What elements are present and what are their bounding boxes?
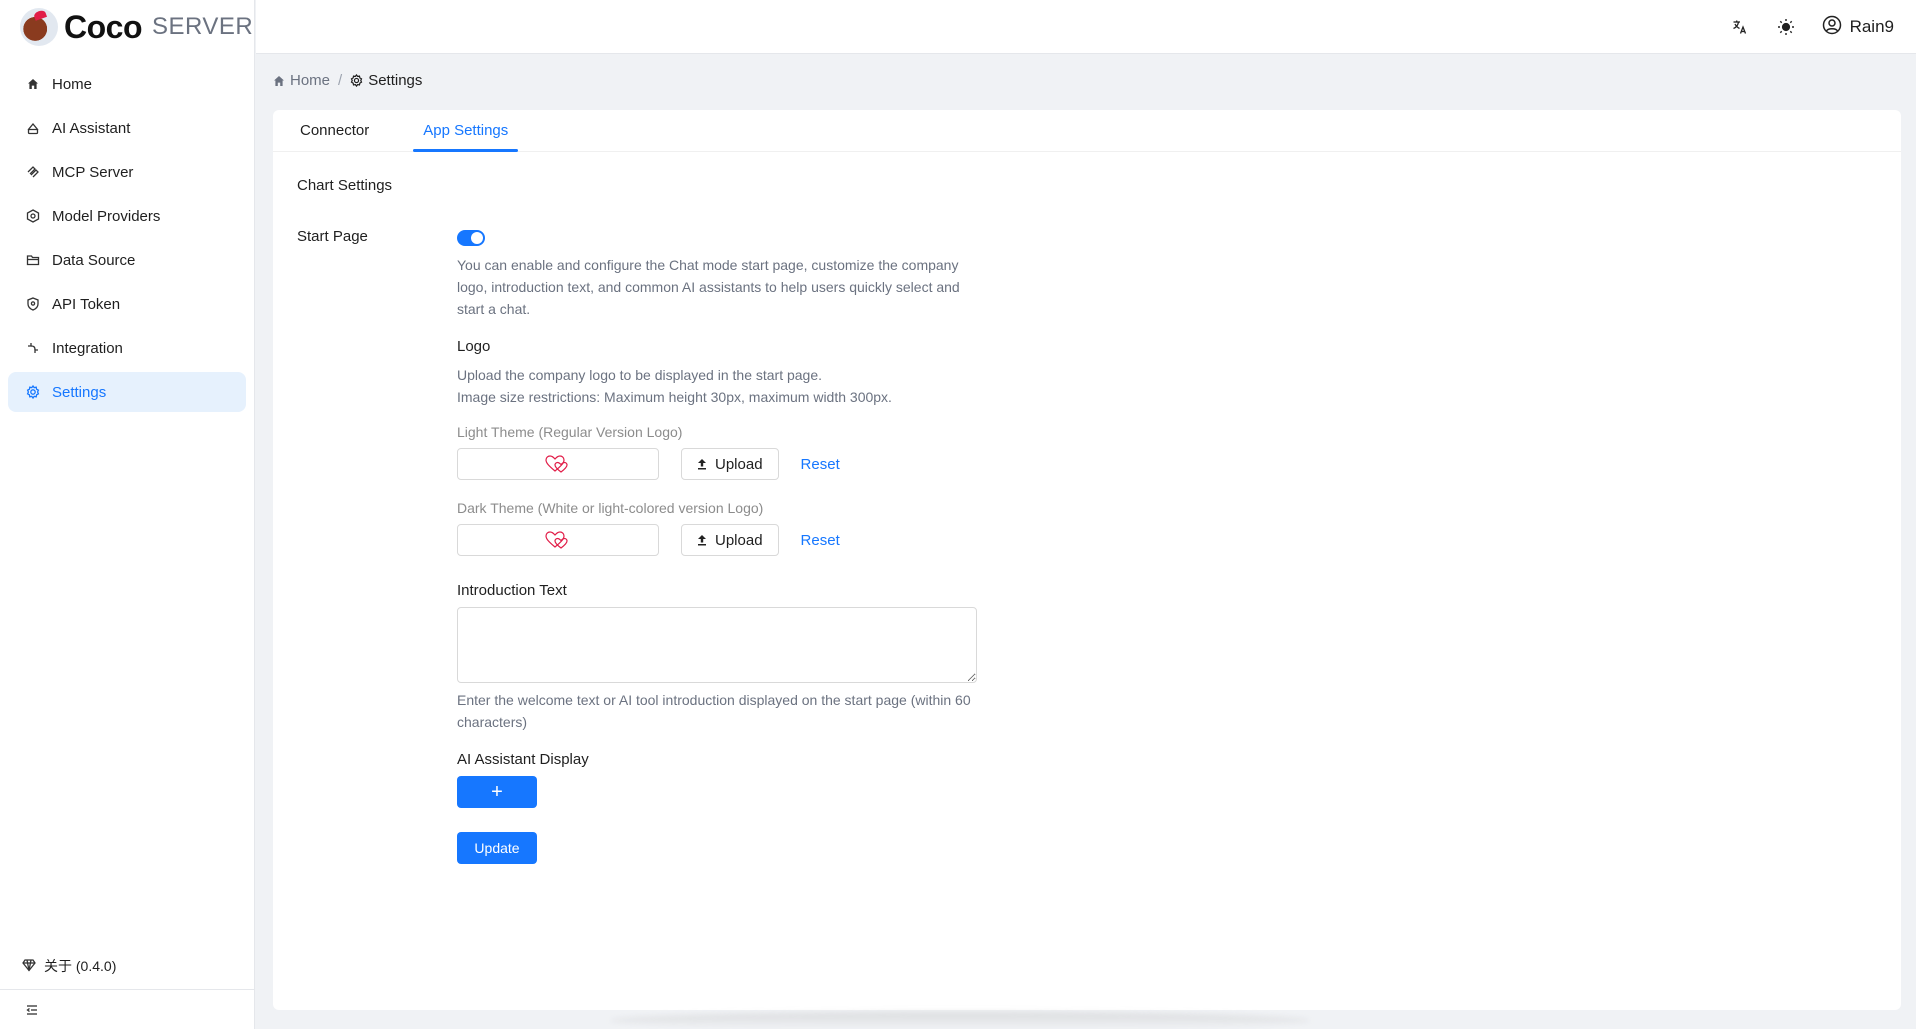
- sidebar-item-label: Home: [52, 75, 93, 93]
- start-page-label: Start Page: [297, 228, 368, 245]
- sidebar-item-ai-assistant[interactable]: AI Assistant: [8, 108, 246, 148]
- settings-card: Connector App Settings Chart Settings St…: [273, 110, 1901, 1010]
- user-name: Rain9: [1849, 17, 1894, 36]
- sidebar-item-label: Model Providers: [52, 207, 161, 225]
- intro-text-input[interactable]: [457, 607, 977, 683]
- start-page-form: You can enable and configure the Chat mo…: [457, 230, 977, 864]
- logo-description-1: Upload the company logo to be displayed …: [457, 367, 823, 383]
- translate-icon[interactable]: [1730, 17, 1750, 37]
- header-actions: Rain9: [1730, 0, 1894, 54]
- shield-icon: [26, 297, 40, 311]
- sidebar-footer: [0, 989, 254, 1029]
- sidebar-item-label: Integration: [52, 339, 123, 357]
- logo-label: Logo: [457, 338, 491, 355]
- robot-icon: [26, 121, 40, 135]
- light-logo-reset-link[interactable]: Reset: [801, 456, 840, 473]
- sidebar-item-label: Data Source: [52, 251, 136, 269]
- brand[interactable]: Coco SERVER: [0, 0, 254, 54]
- dark-logo-reset-link[interactable]: Reset: [801, 532, 840, 549]
- sidebar-item-model-providers[interactable]: Model Providers: [8, 196, 246, 236]
- coco-logo-icon: [20, 8, 58, 46]
- start-page-toggle[interactable]: [457, 230, 485, 246]
- intro-text-label: Introduction Text: [457, 582, 567, 599]
- about-version[interactable]: 关于 (0.4.0): [22, 956, 116, 976]
- mcp-icon: [26, 165, 40, 179]
- light-logo-upload-button[interactable]: Upload: [681, 448, 779, 480]
- dark-theme-label: Dark Theme (White or light-colored versi…: [457, 500, 764, 516]
- dark-logo-row: Upload Reset: [457, 524, 977, 556]
- dark-logo-upload-button[interactable]: Upload: [681, 524, 779, 556]
- section-title: Chart Settings: [297, 177, 393, 194]
- home-icon: [274, 75, 284, 86]
- tab-app-settings[interactable]: App Settings: [413, 110, 519, 152]
- about-label: 关于 (0.4.0): [44, 958, 117, 974]
- intro-text-help: Enter the welcome text or AI tool introd…: [457, 692, 971, 730]
- gear-icon: [26, 385, 40, 399]
- hearts-logo-icon: [545, 531, 568, 549]
- home-icon: [26, 77, 40, 91]
- sidebar-item-api-token[interactable]: API Token: [8, 284, 246, 324]
- breadcrumb-current: Settings: [350, 72, 422, 89]
- collapse-sidebar-icon[interactable]: [22, 1000, 42, 1020]
- sidebar-item-data-source[interactable]: Data Source: [8, 240, 246, 280]
- breadcrumb-home[interactable]: Home: [273, 72, 330, 89]
- sidebar-item-label: AI Assistant: [52, 119, 131, 137]
- breadcrumb-separator: /: [338, 72, 343, 89]
- theme-sun-icon[interactable]: [1776, 17, 1796, 37]
- sidebar-item-label: MCP Server: [52, 163, 134, 181]
- sidebar-item-mcp-server[interactable]: MCP Server: [8, 152, 246, 192]
- top-header: Rain9: [256, 0, 1916, 54]
- gem-icon: [22, 958, 36, 975]
- light-logo-row: Upload Reset: [457, 448, 977, 480]
- settings-tabs: Connector App Settings: [273, 110, 1901, 152]
- assistant-display-label: AI Assistant Display: [457, 751, 589, 768]
- sidebar-nav: Home AI Assistant MCP Server Model Provi…: [0, 64, 254, 412]
- model-icon: [26, 209, 40, 223]
- update-row: Update: [457, 832, 977, 864]
- gear-icon: [350, 74, 363, 87]
- user-menu[interactable]: Rain9: [1822, 15, 1894, 40]
- brand-suffix: SERVER: [152, 13, 254, 40]
- breadcrumb-current-label: Settings: [368, 72, 423, 89]
- integration-icon: [26, 341, 40, 355]
- sidebar: Coco SERVER Home AI Assistant MCP Server: [0, 0, 255, 1029]
- breadcrumb-home-label: Home: [290, 72, 331, 89]
- brand-name: Coco: [64, 8, 143, 45]
- logo-description-2: Image size restrictions: Maximum height …: [457, 389, 892, 405]
- upload-icon: [698, 458, 706, 469]
- sidebar-item-label: API Token: [52, 295, 121, 313]
- breadcrumb: Home / Settings: [273, 72, 422, 89]
- start-page-description: You can enable and configure the Chat mo…: [457, 257, 960, 317]
- upload-icon: [698, 534, 706, 545]
- upload-label: Upload: [715, 455, 763, 473]
- sidebar-item-home[interactable]: Home: [8, 64, 246, 104]
- sidebar-item-integration[interactable]: Integration: [8, 328, 246, 368]
- bottom-shadow: [610, 1012, 1310, 1029]
- light-theme-label: Light Theme (Regular Version Logo): [457, 424, 683, 440]
- sidebar-item-label: Settings: [52, 383, 107, 401]
- dark-logo-preview: [457, 524, 659, 556]
- sidebar-item-settings[interactable]: Settings: [8, 372, 246, 412]
- hearts-logo-icon: [545, 455, 568, 473]
- light-logo-preview: [457, 448, 659, 480]
- update-button[interactable]: Update: [457, 832, 537, 864]
- user-avatar-icon: [1822, 15, 1842, 40]
- upload-label: Upload: [715, 531, 763, 549]
- tab-connector[interactable]: Connector: [290, 110, 379, 151]
- add-assistant-button[interactable]: +: [457, 776, 537, 808]
- folder-icon: [26, 253, 40, 267]
